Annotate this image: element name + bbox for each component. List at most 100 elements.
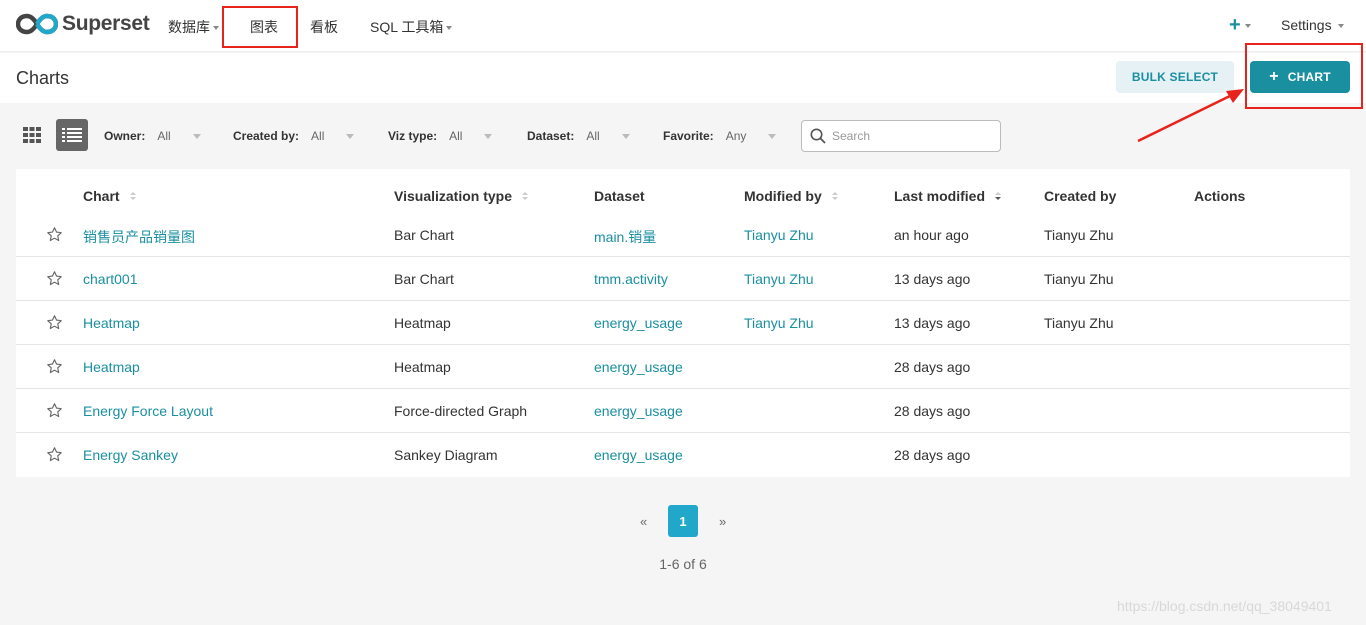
nav-sql-label: SQL 工具箱 (370, 19, 444, 35)
search-input[interactable] (832, 129, 992, 143)
caret-down-icon (346, 133, 355, 139)
column-header-dataset: Dataset (594, 188, 645, 204)
created-by-cell: Tianyu Zhu (1044, 315, 1114, 331)
filter-created-by[interactable]: Created by: All (233, 129, 355, 143)
annotation-arrow-icon (1137, 89, 1244, 143)
filter-dataset-label: Dataset: (527, 129, 575, 143)
table-row: chart001 Bar Chart tmm.activity Tianyu Zhu 1… (16, 257, 1350, 301)
watermark: https://blog.csdn.net/qq_38049401 (1117, 598, 1332, 614)
filter-viz-type-value: All (449, 129, 463, 143)
caret-down-icon (446, 25, 453, 30)
column-header-actions: Actions (1194, 188, 1245, 204)
star-icon[interactable] (46, 402, 63, 419)
filter-favorite[interactable]: Favorite: Any (663, 129, 777, 143)
modified-by-link[interactable]: Tianyu Zhu (744, 315, 814, 331)
table-row: Energy Sankey Sankey Diagram energy_usage 2… (16, 433, 1350, 477)
caret-down-icon (768, 133, 777, 139)
column-header-label: Dataset (594, 188, 645, 204)
filter-owner-value: All (157, 129, 171, 143)
dataset-link[interactable]: energy_usage (594, 359, 683, 375)
filter-viz-type[interactable]: Viz type: All (388, 129, 493, 143)
list-view-toggle[interactable] (56, 119, 88, 151)
column-header-viz-type[interactable]: Visualization type (394, 188, 528, 204)
nav-dashboards-label: 看板 (310, 19, 338, 35)
new-menu-button[interactable]: + (1229, 15, 1251, 35)
filter-favorite-label: Favorite: (663, 129, 714, 143)
dataset-link[interactable]: energy_usage (594, 403, 683, 419)
chart-name-link[interactable]: 销售员产品销量图 (83, 227, 195, 247)
table-row: Heatmap Heatmap energy_usage 28 days ago (16, 345, 1350, 389)
caret-down-icon (213, 25, 219, 30)
chart-name-link[interactable]: chart001 (83, 271, 137, 287)
column-header-label: Chart (83, 188, 120, 204)
table-row: Energy Force Layout Force-directed Graph e… (16, 389, 1350, 433)
sort-desc-icon (995, 192, 1002, 200)
search-field[interactable] (801, 120, 1001, 152)
pagination-prev[interactable]: « (640, 514, 647, 529)
star-icon[interactable] (46, 226, 63, 243)
star-icon[interactable] (46, 358, 63, 375)
nav-menu-dashboards[interactable]: 看板 (310, 17, 338, 37)
nav-menu-database[interactable]: 数据库 (168, 17, 219, 37)
filter-owner[interactable]: Owner: All (104, 129, 201, 143)
card-view-toggle[interactable] (16, 119, 48, 151)
pagination-page-1[interactable]: 1 (668, 505, 698, 537)
plus-icon: + (1229, 14, 1241, 36)
column-header-label: Last modified (894, 188, 986, 204)
modified-by-link[interactable]: Tianyu Zhu (744, 271, 814, 287)
filter-dataset[interactable]: Dataset: All (527, 129, 630, 143)
filter-viz-type-label: Viz type: (388, 129, 438, 143)
settings-menu[interactable]: Settings (1281, 17, 1344, 33)
dataset-link[interactable]: energy_usage (594, 447, 683, 463)
last-modified-cell: 13 days ago (894, 271, 971, 287)
list-icon (62, 128, 82, 142)
top-navbar: Superset 数据库 图表 看板 SQL 工具箱 + Settings (0, 0, 1366, 52)
caret-down-icon (484, 133, 493, 139)
filter-favorite-value: Any (725, 129, 747, 143)
chart-name-link[interactable]: Energy Force Layout (83, 403, 213, 419)
viz-type-cell: Bar Chart (394, 271, 454, 287)
table-row: Heatmap Heatmap energy_usage Tianyu Zhu 13 d… (16, 301, 1350, 345)
settings-label: Settings (1281, 17, 1332, 33)
superset-logo-icon (16, 13, 58, 35)
star-icon[interactable] (46, 270, 63, 287)
column-header-label: Created by (1044, 188, 1117, 204)
filter-created-by-label: Created by: (233, 129, 300, 143)
created-by-cell: Tianyu Zhu (1044, 227, 1114, 243)
caret-down-icon (1337, 23, 1344, 28)
nav-database-label: 数据库 (168, 19, 210, 35)
sort-icon (129, 192, 136, 200)
filter-owner-label: Owner: (104, 129, 146, 143)
annotation-highlight-button (1245, 43, 1363, 109)
chart-name-link[interactable]: Energy Sankey (83, 447, 178, 463)
dataset-link[interactable]: energy_usage (594, 315, 683, 331)
viz-type-cell: Force-directed Graph (394, 403, 528, 419)
last-modified-cell: 28 days ago (894, 403, 971, 419)
filter-dataset-value: All (586, 129, 600, 143)
dataset-link[interactable]: main.销量 (594, 227, 656, 247)
column-header-modified-by[interactable]: Modified by (744, 188, 838, 204)
chart-name-link[interactable]: Heatmap (83, 315, 140, 331)
last-modified-cell: an hour ago (894, 227, 969, 243)
nav-menu-sql-lab[interactable]: SQL 工具箱 (370, 17, 453, 37)
caret-down-icon (1244, 23, 1251, 28)
column-header-label: Modified by (744, 188, 822, 204)
grid-icon (23, 127, 41, 143)
star-icon[interactable] (46, 446, 63, 463)
page-title: Charts (16, 68, 70, 88)
charts-table: Chart Visualization type Dataset Modifie… (16, 169, 1350, 477)
viz-type-cell: Heatmap (394, 315, 451, 331)
viz-type-cell: Heatmap (394, 359, 451, 375)
annotation-highlight-nav (222, 6, 298, 48)
column-header-last-modified[interactable]: Last modified (894, 188, 1002, 204)
column-header-label: Actions (1194, 188, 1246, 204)
pagination-next[interactable]: » (719, 514, 726, 529)
column-header-chart[interactable]: Chart (83, 188, 136, 204)
modified-by-link[interactable]: Tianyu Zhu (744, 227, 814, 243)
dataset-link[interactable]: tmm.activity (594, 271, 668, 287)
sort-icon (831, 192, 838, 200)
chart-name-link[interactable]: Heatmap (83, 359, 140, 375)
star-icon[interactable] (46, 314, 63, 331)
created-by-cell: Tianyu Zhu (1044, 271, 1114, 287)
superset-logo[interactable]: Superset (16, 12, 150, 36)
